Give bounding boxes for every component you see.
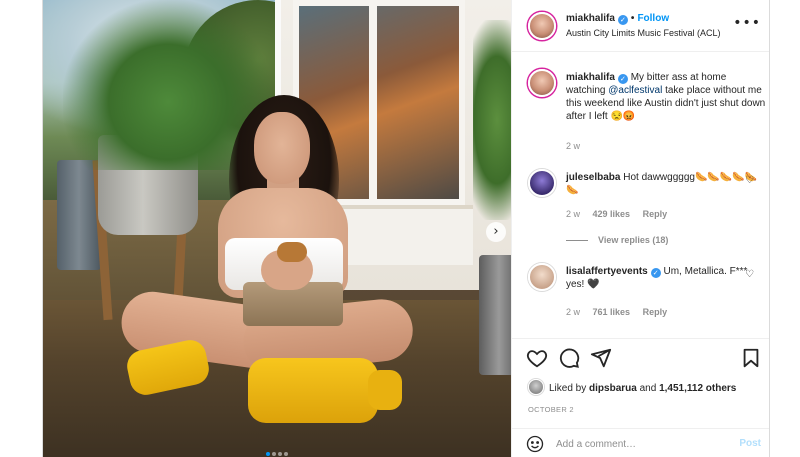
comment-item: juleselbaba Hot dawwggggg🌭🌭🌭🌭🌭🌭 ♡ 2 w 42…: [528, 169, 760, 249]
post-side-panel: miakhalifa ✓ • Follow Austin City Limits Mu…: [511, 0, 769, 457]
author-avatar[interactable]: [528, 12, 556, 40]
bookmark-icon[interactable]: [740, 347, 762, 369]
post-location[interactable]: Austin City Limits Music Festival (ACL): [566, 28, 721, 38]
liker-avatar[interactable]: [528, 379, 544, 395]
photo-planter-right: [479, 255, 511, 375]
comment-text: juleselbaba Hot dawwggggg🌭🌭🌭🌭🌭🌭: [566, 171, 766, 197]
post-header: miakhalifa ✓ • Follow Austin City Limits Mu…: [512, 0, 769, 52]
photo-plant-right: [473, 20, 511, 220]
verified-badge-icon: ✓: [650, 268, 661, 278]
view-replies-line: [566, 240, 588, 242]
author-username[interactable]: miakhalifa: [566, 13, 615, 24]
comment-like-heart-icon[interactable]: ♡: [745, 175, 754, 186]
carousel-dots: [43, 449, 511, 456]
carousel-dot: [272, 452, 276, 456]
separator-dot: •: [630, 13, 635, 24]
comment-reply-button[interactable]: Reply: [643, 209, 668, 219]
follow-button[interactable]: Follow: [637, 13, 669, 24]
share-icon[interactable]: [590, 347, 612, 369]
view-replies-button[interactable]: View replies (18): [566, 235, 668, 245]
instagram-post: › miakhalifa ✓ • Follow Austin City Limits …: [42, 0, 770, 457]
verified-badge-icon: ✓: [617, 74, 628, 84]
chevron-right-icon: ›: [493, 224, 499, 239]
comment-likes[interactable]: 761 likes: [593, 307, 631, 317]
comment-username[interactable]: juleselbaba: [566, 172, 620, 183]
comment-icon[interactable]: [558, 347, 580, 369]
author-line: miakhalifa ✓ • Follow: [566, 13, 669, 25]
caption-text: miakhalifa ✓ My bitter ass at home watchi…: [566, 71, 766, 123]
comment-likes[interactable]: 429 likes: [593, 209, 631, 219]
caption-meta: 2 w: [566, 141, 590, 151]
post-photo[interactable]: ›: [43, 0, 511, 457]
verified-badge-icon: ✓: [617, 15, 628, 25]
comment-input[interactable]: [556, 435, 716, 453]
liked-by-user[interactable]: dipsbarua: [589, 383, 637, 394]
comments-list: miakhalifa ✓ My bitter ass at home watchi…: [512, 53, 769, 338]
comment-meta: 2 w 761 likes Reply: [566, 307, 677, 317]
liked-by-count[interactable]: 1,451,112 others: [659, 383, 736, 394]
comment-like-heart-icon[interactable]: ♡: [745, 269, 754, 280]
view-replies-label: View replies (18): [598, 235, 669, 245]
commenter-avatar[interactable]: [528, 169, 556, 197]
comment-time[interactable]: 2 w: [566, 307, 580, 317]
comment-meta: 2 w 429 likes Reply: [566, 209, 677, 219]
liked-by-and: and: [636, 383, 660, 394]
comment-text: lisalaffertyevents ✓ Um, Metallica. F*** …: [566, 265, 766, 291]
comment-item: lisalaffertyevents ✓ Um, Metallica. F*** …: [528, 263, 760, 335]
action-icon-row: [526, 347, 762, 369]
emoji-smile-icon[interactable]: [526, 435, 544, 453]
post-date[interactable]: OCTOBER 2: [528, 405, 574, 414]
carousel-dot: [284, 452, 288, 456]
comment-username[interactable]: lisalaffertyevents: [566, 266, 648, 277]
more-horizontal-icon[interactable]: •••: [733, 15, 761, 31]
carousel-next-button[interactable]: ›: [486, 222, 506, 242]
caption-avatar[interactable]: [528, 69, 556, 97]
heart-icon[interactable]: [526, 347, 548, 369]
caption: miakhalifa ✓ My bitter ass at home watchi…: [528, 69, 765, 159]
carousel-dot: [278, 452, 282, 456]
post-comment-button[interactable]: Post: [739, 438, 761, 449]
carousel-dot: [266, 452, 270, 456]
liked-by-summary: Liked by dipsbarua and 1,451,112 others: [528, 379, 736, 395]
comment-reply-button[interactable]: Reply: [643, 307, 668, 317]
commenter-avatar[interactable]: [528, 263, 556, 291]
comment-time[interactable]: 2 w: [566, 209, 580, 219]
post-actions: Liked by dipsbarua and 1,451,112 others …: [512, 338, 769, 428]
liked-by-prefix: Liked by: [549, 383, 590, 394]
caption-mention[interactable]: @aclfestival: [608, 85, 662, 96]
caption-username[interactable]: miakhalifa: [566, 72, 615, 83]
add-comment-bar: Post: [512, 428, 769, 457]
caption-time[interactable]: 2 w: [566, 141, 580, 151]
